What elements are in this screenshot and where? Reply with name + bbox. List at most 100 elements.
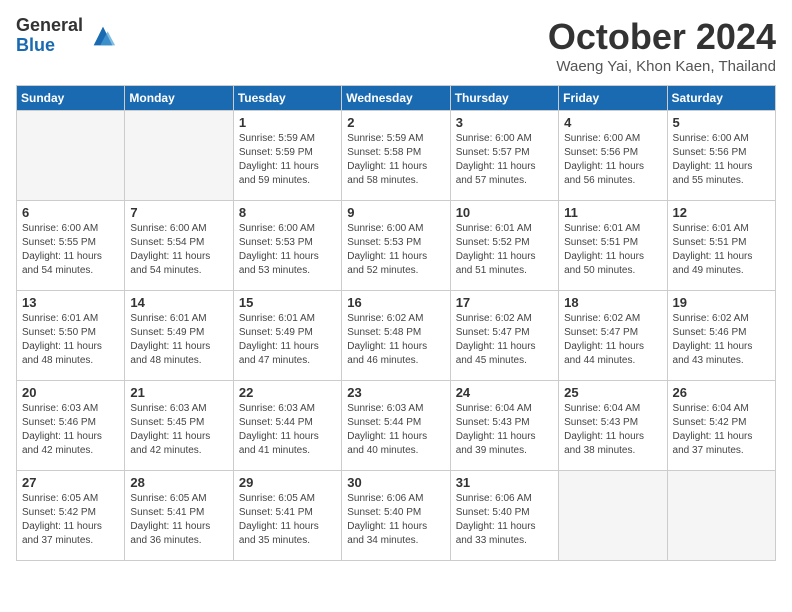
- day-number: 15: [239, 295, 336, 310]
- calendar-cell: 16 Sunrise: 6:02 AMSunset: 5:48 PMDayligh…: [342, 291, 450, 381]
- calendar-cell: 14Sunrise: 6:01 AMSunset: 5:49 PMDayligh…: [125, 291, 233, 381]
- day-info: Sunrise: 6:03 AMSunset: 5:44 PMDaylight:…: [239, 402, 336, 458]
- calendar-cell: 8 Sunrise: 6:00 AMSunset: 5:53 PMDaylight…: [233, 201, 341, 291]
- day-info: Sunrise: 6:05 AMSunset: 5:42 PMDaylight:…: [22, 492, 119, 548]
- day-number: 18: [564, 295, 661, 310]
- day-info: Sunrise: 6:01 AMSunset: 5:49 PMDaylight:…: [130, 312, 227, 368]
- calendar-cell: 29 Sunrise: 6:05 AMSunset: 5:41 PMDayligh…: [233, 471, 341, 561]
- day-info: Sunrise: 6:04 AMSunset: 5:43 PMDaylight:…: [564, 402, 661, 458]
- day-number: 16: [347, 295, 444, 310]
- day-number: 19: [673, 295, 770, 310]
- weekday-header: Thursday: [450, 86, 558, 111]
- day-number: 12: [673, 205, 770, 220]
- day-info: Sunrise: 6:01 AMSunset: 5:51 PMDaylight:…: [673, 222, 770, 278]
- month-title: October 2024: [548, 16, 776, 58]
- weekday-header: Monday: [125, 86, 233, 111]
- day-number: 1: [239, 115, 336, 130]
- day-number: 29: [239, 475, 336, 490]
- calendar-cell: 3 Sunrise: 6:00 AMSunset: 5:57 PMDaylight…: [450, 111, 558, 201]
- calendar-cell: 21Sunrise: 6:03 AMSunset: 5:45 PMDayligh…: [125, 381, 233, 471]
- day-info: Sunrise: 6:00 AMSunset: 5:57 PMDaylight:…: [456, 132, 553, 188]
- calendar-cell: 28Sunrise: 6:05 AMSunset: 5:41 PMDayligh…: [125, 471, 233, 561]
- weekday-header: Friday: [559, 86, 667, 111]
- day-number: 2: [347, 115, 444, 130]
- calendar-cell: [17, 111, 125, 201]
- day-number: 25: [564, 385, 661, 400]
- calendar-week-row: 13Sunrise: 6:01 AMSunset: 5:50 PMDayligh…: [17, 291, 776, 381]
- day-info: Sunrise: 6:00 AMSunset: 5:54 PMDaylight:…: [130, 222, 227, 278]
- day-number: 3: [456, 115, 553, 130]
- day-info: Sunrise: 6:05 AMSunset: 5:41 PMDaylight:…: [239, 492, 336, 548]
- calendar-cell: 9 Sunrise: 6:00 AMSunset: 5:53 PMDaylight…: [342, 201, 450, 291]
- day-info: Sunrise: 6:02 AMSunset: 5:47 PMDaylight:…: [564, 312, 661, 368]
- calendar-cell: 23Sunrise: 6:03 AMSunset: 5:44 PMDayligh…: [342, 381, 450, 471]
- logo: General Blue: [16, 16, 117, 56]
- day-number: 22: [239, 385, 336, 400]
- day-info: Sunrise: 6:00 AMSunset: 5:56 PMDaylight:…: [564, 132, 661, 188]
- calendar-cell: [559, 471, 667, 561]
- calendar-cell: 27 Sunrise: 6:05 AMSunset: 5:42 PMDayligh…: [17, 471, 125, 561]
- calendar-cell: 30 Sunrise: 6:06 AMSunset: 5:40 PMDayligh…: [342, 471, 450, 561]
- calendar-cell: 15 Sunrise: 6:01 AMSunset: 5:49 PMDayligh…: [233, 291, 341, 381]
- page-header: General Blue October 2024 Waeng Yai, Kho…: [16, 16, 776, 75]
- day-info: Sunrise: 6:00 AMSunset: 5:55 PMDaylight:…: [22, 222, 119, 278]
- calendar-cell: 11Sunrise: 6:01 AMSunset: 5:51 PMDayligh…: [559, 201, 667, 291]
- day-number: 23: [347, 385, 444, 400]
- day-info: Sunrise: 5:59 AMSunset: 5:59 PMDaylight:…: [239, 132, 336, 188]
- calendar-week-row: 6 Sunrise: 6:00 AMSunset: 5:55 PMDaylight…: [17, 201, 776, 291]
- day-number: 27: [22, 475, 119, 490]
- calendar-cell: 20Sunrise: 6:03 AMSunset: 5:46 PMDayligh…: [17, 381, 125, 471]
- day-info: Sunrise: 6:06 AMSunset: 5:40 PMDaylight:…: [456, 492, 553, 548]
- calendar-cell: 26Sunrise: 6:04 AMSunset: 5:42 PMDayligh…: [667, 381, 775, 471]
- calendar-cell: 7 Sunrise: 6:00 AMSunset: 5:54 PMDaylight…: [125, 201, 233, 291]
- day-info: Sunrise: 6:01 AMSunset: 5:51 PMDaylight:…: [564, 222, 661, 278]
- day-number: 30: [347, 475, 444, 490]
- day-number: 24: [456, 385, 553, 400]
- day-info: Sunrise: 6:02 AMSunset: 5:46 PMDaylight:…: [673, 312, 770, 368]
- day-number: 13: [22, 295, 119, 310]
- logo-general-text: General: [16, 16, 83, 36]
- calendar-cell: 6 Sunrise: 6:00 AMSunset: 5:55 PMDaylight…: [17, 201, 125, 291]
- day-number: 26: [673, 385, 770, 400]
- day-number: 8: [239, 205, 336, 220]
- calendar-cell: 31Sunrise: 6:06 AMSunset: 5:40 PMDayligh…: [450, 471, 558, 561]
- day-info: Sunrise: 5:59 AMSunset: 5:58 PMDaylight:…: [347, 132, 444, 188]
- calendar-week-row: 1 Sunrise: 5:59 AMSunset: 5:59 PMDaylight…: [17, 111, 776, 201]
- calendar-table: SundayMondayTuesdayWednesdayThursdayFrid…: [16, 85, 776, 561]
- day-number: 5: [673, 115, 770, 130]
- day-info: Sunrise: 6:06 AMSunset: 5:40 PMDaylight:…: [347, 492, 444, 548]
- calendar-cell: 17Sunrise: 6:02 AMSunset: 5:47 PMDayligh…: [450, 291, 558, 381]
- day-info: Sunrise: 6:00 AMSunset: 5:53 PMDaylight:…: [239, 222, 336, 278]
- day-info: Sunrise: 6:02 AMSunset: 5:48 PMDaylight:…: [347, 312, 444, 368]
- calendar-week-row: 20Sunrise: 6:03 AMSunset: 5:46 PMDayligh…: [17, 381, 776, 471]
- logo-blue-text: Blue: [16, 36, 83, 56]
- day-info: Sunrise: 6:02 AMSunset: 5:47 PMDaylight:…: [456, 312, 553, 368]
- day-number: 9: [347, 205, 444, 220]
- day-number: 10: [456, 205, 553, 220]
- day-info: Sunrise: 6:00 AMSunset: 5:53 PMDaylight:…: [347, 222, 444, 278]
- title-section: October 2024 Waeng Yai, Khon Kaen, Thail…: [548, 16, 776, 75]
- day-info: Sunrise: 6:01 AMSunset: 5:49 PMDaylight:…: [239, 312, 336, 368]
- day-number: 28: [130, 475, 227, 490]
- weekday-header: Wednesday: [342, 86, 450, 111]
- calendar-cell: 13Sunrise: 6:01 AMSunset: 5:50 PMDayligh…: [17, 291, 125, 381]
- calendar-cell: 24 Sunrise: 6:04 AMSunset: 5:43 PMDayligh…: [450, 381, 558, 471]
- location-text: Waeng Yai, Khon Kaen, Thailand: [548, 58, 776, 75]
- day-number: 6: [22, 205, 119, 220]
- calendar-cell: 10 Sunrise: 6:01 AMSunset: 5:52 PMDayligh…: [450, 201, 558, 291]
- calendar-cell: 5Sunrise: 6:00 AMSunset: 5:56 PMDaylight…: [667, 111, 775, 201]
- logo-icon: [89, 22, 117, 50]
- weekday-header-row: SundayMondayTuesdayWednesdayThursdayFrid…: [17, 86, 776, 111]
- day-info: Sunrise: 6:03 AMSunset: 5:46 PMDaylight:…: [22, 402, 119, 458]
- calendar-cell: 1 Sunrise: 5:59 AMSunset: 5:59 PMDaylight…: [233, 111, 341, 201]
- day-number: 7: [130, 205, 227, 220]
- calendar-cell: [667, 471, 775, 561]
- calendar-cell: [125, 111, 233, 201]
- calendar-cell: 12 Sunrise: 6:01 AMSunset: 5:51 PMDayligh…: [667, 201, 775, 291]
- weekday-header: Tuesday: [233, 86, 341, 111]
- day-info: Sunrise: 6:01 AMSunset: 5:52 PMDaylight:…: [456, 222, 553, 278]
- calendar-cell: 18 Sunrise: 6:02 AMSunset: 5:47 PMDayligh…: [559, 291, 667, 381]
- day-info: Sunrise: 6:04 AMSunset: 5:43 PMDaylight:…: [456, 402, 553, 458]
- calendar-week-row: 27 Sunrise: 6:05 AMSunset: 5:42 PMDayligh…: [17, 471, 776, 561]
- calendar-cell: 2 Sunrise: 5:59 AMSunset: 5:58 PMDaylight…: [342, 111, 450, 201]
